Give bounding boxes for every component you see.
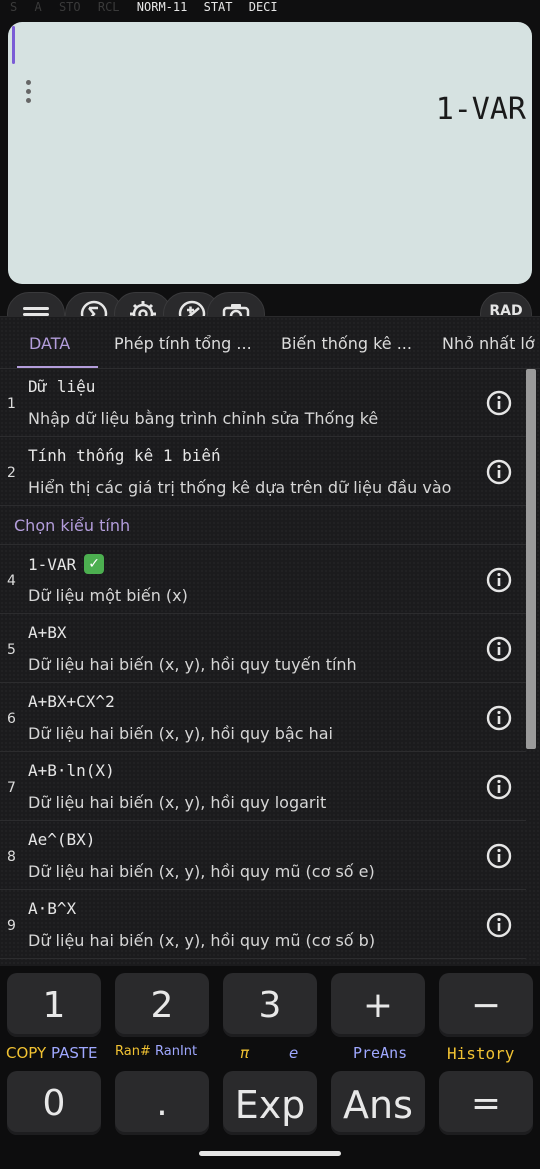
info-icon[interactable] xyxy=(486,636,512,662)
item-subtitle: Dữ liệu hai biến (x, y), hồi quy logarit xyxy=(28,793,327,812)
status-bar: S A STO RCL NORM-11 STAT DECI xyxy=(0,0,540,18)
status-s: S xyxy=(10,0,18,14)
item-subtitle: Hiển thị các giá trị thống kê dựa trên d… xyxy=(28,478,452,497)
stat-menu-panel: DATA Phép tính tổng ... Biến thống kê ..… xyxy=(0,316,540,966)
item-title: A·B^X xyxy=(28,899,77,918)
info-icon[interactable] xyxy=(486,390,512,416)
item-subtitle: Dữ liệu hai biến (x, y), hồi quy mũ (cơ … xyxy=(28,862,375,881)
item-number: 2 xyxy=(7,465,16,481)
tab-sum[interactable]: Phép tính tổng ... xyxy=(114,334,252,353)
key-decimal[interactable]: . xyxy=(115,1071,209,1135)
key-2[interactable]: 2 xyxy=(115,973,209,1037)
key-plus[interactable]: + xyxy=(331,973,425,1037)
section-header: Chọn kiểu tính xyxy=(0,507,526,545)
list-item[interactable]: 5 A+BX Dữ liệu hai biến (x, y), hồi quy … xyxy=(0,615,526,683)
active-tab-indicator xyxy=(17,366,98,368)
list-item[interactable]: 4 1-VAR ✓ Dữ liệu một biến (x) xyxy=(0,546,526,614)
display-result: 1-VAR xyxy=(435,92,526,127)
item-subtitle: Dữ liệu hai biến (x, y), hồi quy bậc hai xyxy=(28,724,333,743)
info-icon[interactable] xyxy=(486,705,512,731)
info-icon[interactable] xyxy=(486,567,512,593)
list-item[interactable]: 1 Dữ liệu Nhập dữ liệu bằng trình chỉnh … xyxy=(0,369,526,437)
list-item[interactable]: 6 A+BX+CX^2 Dữ liệu hai biến (x, y), hồi… xyxy=(0,684,526,752)
item-subtitle: Dữ liệu một biến (x) xyxy=(28,586,188,605)
list-item[interactable]: 8 Ae^(BX) Dữ liệu hai biến (x, y), hồi q… xyxy=(0,822,526,890)
tab-stat-vars[interactable]: Biến thống kê ... xyxy=(281,334,412,353)
item-number: 8 xyxy=(7,849,16,865)
item-number: 1 xyxy=(7,396,16,412)
status-rcl: RCL xyxy=(97,0,120,14)
item-subtitle: Dữ liệu hai biến (x, y), hồi quy tuyến t… xyxy=(28,655,357,674)
key-equals[interactable]: = xyxy=(439,1071,533,1135)
shift-label-copy: COPY xyxy=(6,1044,47,1062)
list-item[interactable]: 9 A·B^X Dữ liệu hai biến (x, y), hồi quy… xyxy=(0,891,526,959)
section-header-label: Chọn kiểu tính xyxy=(14,516,131,535)
list-item[interactable]: 2 Tính thống kê 1 biến Hiển thị các giá … xyxy=(0,438,526,506)
status-deci: DECI xyxy=(248,0,278,14)
item-number: 5 xyxy=(7,642,16,658)
item-subtitle: Dữ liệu hai biến (x, y), hồi quy mũ (cơ … xyxy=(28,931,376,950)
shift-label-e: e xyxy=(289,1044,299,1062)
status-a: A xyxy=(34,0,42,14)
item-title: Tính thống kê 1 biến xyxy=(28,446,221,465)
tab-data[interactable]: DATA xyxy=(29,334,70,353)
shift-label-paste: PASTE xyxy=(51,1044,98,1062)
scrollbar[interactable] xyxy=(526,369,536,749)
home-indicator[interactable] xyxy=(199,1151,341,1156)
shift-label-history: History xyxy=(447,1044,515,1063)
shift-label-ranint: RanInt xyxy=(155,1044,198,1059)
shift-label-ran: Ran# xyxy=(115,1044,151,1059)
status-norm: NORM-11 xyxy=(136,0,188,14)
more-options-icon[interactable] xyxy=(24,80,34,106)
check-icon: ✓ xyxy=(84,554,105,574)
shift-label-preans: PreAns xyxy=(353,1044,408,1062)
text-cursor xyxy=(12,26,15,64)
list-item[interactable]: 7 A+B·ln(X) Dữ liệu hai biến (x, y), hồi… xyxy=(0,753,526,821)
item-title: 1-VAR ✓ xyxy=(28,554,105,574)
info-icon[interactable] xyxy=(486,843,512,869)
item-title: Ae^(BX) xyxy=(28,830,96,849)
status-sto: STO xyxy=(58,0,81,14)
item-title: A+B·ln(X) xyxy=(28,761,115,780)
item-title: A+BX xyxy=(28,623,67,642)
item-number: 4 xyxy=(7,573,16,589)
info-icon[interactable] xyxy=(486,912,512,938)
item-number: 7 xyxy=(7,780,16,796)
key-1[interactable]: 1 xyxy=(7,973,101,1037)
item-title: A+BX+CX^2 xyxy=(28,692,115,711)
item-subtitle: Nhập dữ liệu bằng trình chỉnh sửa Thống … xyxy=(28,409,379,428)
tab-bar: DATA Phép tính tổng ... Biến thống kê ..… xyxy=(0,317,540,369)
item-title: Dữ liệu xyxy=(28,377,96,396)
info-icon[interactable] xyxy=(486,774,512,800)
shift-label-pi: π xyxy=(240,1044,250,1062)
key-0[interactable]: 0 xyxy=(7,1071,101,1135)
key-exp[interactable]: Exp xyxy=(223,1071,317,1135)
status-stat: STAT xyxy=(203,0,233,14)
key-minus[interactable]: − xyxy=(439,973,533,1037)
tab-min-max[interactable]: Nhỏ nhất lớ xyxy=(442,334,535,353)
key-ans[interactable]: Ans xyxy=(331,1071,425,1135)
key-3[interactable]: 3 xyxy=(223,973,317,1037)
info-icon[interactable] xyxy=(486,459,512,485)
calculator-display[interactable]: 1-VAR xyxy=(8,22,532,284)
item-number: 6 xyxy=(7,711,16,727)
item-number: 9 xyxy=(7,918,16,934)
